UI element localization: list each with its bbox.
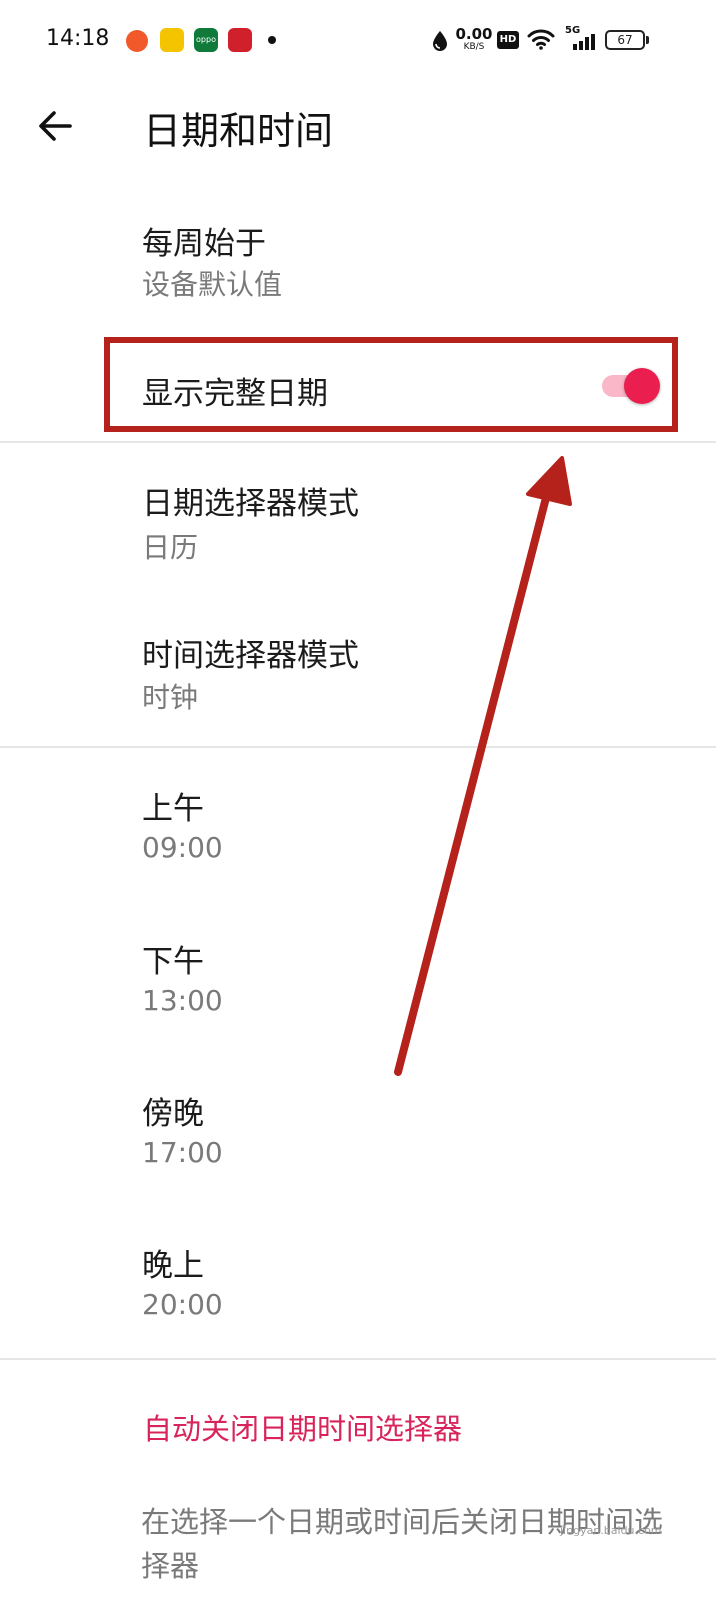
setting-title: 下午 bbox=[142, 944, 204, 980]
setting-value: 时钟 bbox=[142, 681, 199, 714]
afternoon-time-setting[interactable]: 下午 13:00 bbox=[0, 918, 716, 1048]
data-saver-drop-icon bbox=[433, 31, 447, 51]
network-speed-unit: KB/S bbox=[463, 42, 485, 52]
date-picker-mode-setting[interactable]: 日期选择器模式 日历 bbox=[0, 460, 716, 590]
network-speed: 0.00 KB/S bbox=[455, 27, 493, 52]
divider bbox=[0, 746, 716, 748]
cellular-signal-icon bbox=[573, 34, 595, 50]
status-time: 14:18 bbox=[46, 26, 110, 51]
setting-value: 09:00 bbox=[142, 831, 223, 864]
evening-time-setting[interactable]: 傍晚 17:00 bbox=[0, 1070, 716, 1200]
battery-tip bbox=[646, 36, 649, 44]
battery-icon: 67 bbox=[605, 30, 645, 50]
status-bar: 14:18 oppo 0.00 KB/S HD 5G 67 bbox=[0, 0, 716, 84]
setting-title: 显示完整日期 bbox=[142, 376, 328, 412]
setting-value: 设备默认值 bbox=[142, 268, 283, 301]
night-time-setting[interactable]: 晚上 20:00 bbox=[0, 1222, 716, 1352]
network-speed-value: 0.00 bbox=[455, 25, 493, 43]
divider bbox=[0, 1358, 716, 1360]
week-start-setting[interactable]: 每周始于 设备默认值 bbox=[0, 200, 716, 320]
setting-value: 13:00 bbox=[142, 984, 223, 1017]
wifi-icon bbox=[527, 29, 555, 50]
setting-value: 日历 bbox=[142, 531, 199, 564]
setting-title: 晚上 bbox=[142, 1248, 204, 1284]
show-full-date-toggle[interactable] bbox=[600, 366, 662, 406]
hd-voice-badge: HD bbox=[497, 31, 519, 49]
setting-value: 17:00 bbox=[142, 1136, 223, 1169]
setting-value: 20:00 bbox=[142, 1288, 223, 1321]
setting-title: 傍晚 bbox=[142, 1096, 204, 1132]
time-picker-mode-setting[interactable]: 时间选择器模式 时钟 bbox=[0, 610, 716, 740]
auto-close-description: 在选择一个日期或时间后关闭日期时间选择器 bbox=[141, 1505, 664, 1583]
page-title: 日期和时间 bbox=[143, 109, 334, 153]
battery-level: 67 bbox=[617, 33, 633, 47]
app-notification-icon bbox=[228, 28, 252, 52]
setting-title: 上午 bbox=[142, 791, 204, 827]
more-notifications-dot-icon bbox=[268, 36, 276, 44]
morning-time-setting[interactable]: 上午 09:00 bbox=[0, 765, 716, 895]
watermark: jingyan.baidu.com bbox=[560, 1524, 662, 1537]
oppo-app-icon: oppo bbox=[194, 28, 218, 52]
toggle-thumb bbox=[624, 368, 660, 404]
arrow-left-icon bbox=[39, 111, 72, 141]
back-button[interactable] bbox=[36, 106, 76, 146]
app-notification-icon bbox=[126, 30, 148, 52]
app-notification-icon bbox=[160, 28, 184, 52]
setting-title: 日期选择器模式 bbox=[142, 486, 359, 522]
divider bbox=[0, 441, 716, 443]
auto-close-picker-setting[interactable]: 自动关闭日期时间选择器 bbox=[143, 1406, 462, 1448]
setting-title: 时间选择器模式 bbox=[142, 638, 359, 674]
setting-title: 每周始于 bbox=[142, 226, 266, 262]
